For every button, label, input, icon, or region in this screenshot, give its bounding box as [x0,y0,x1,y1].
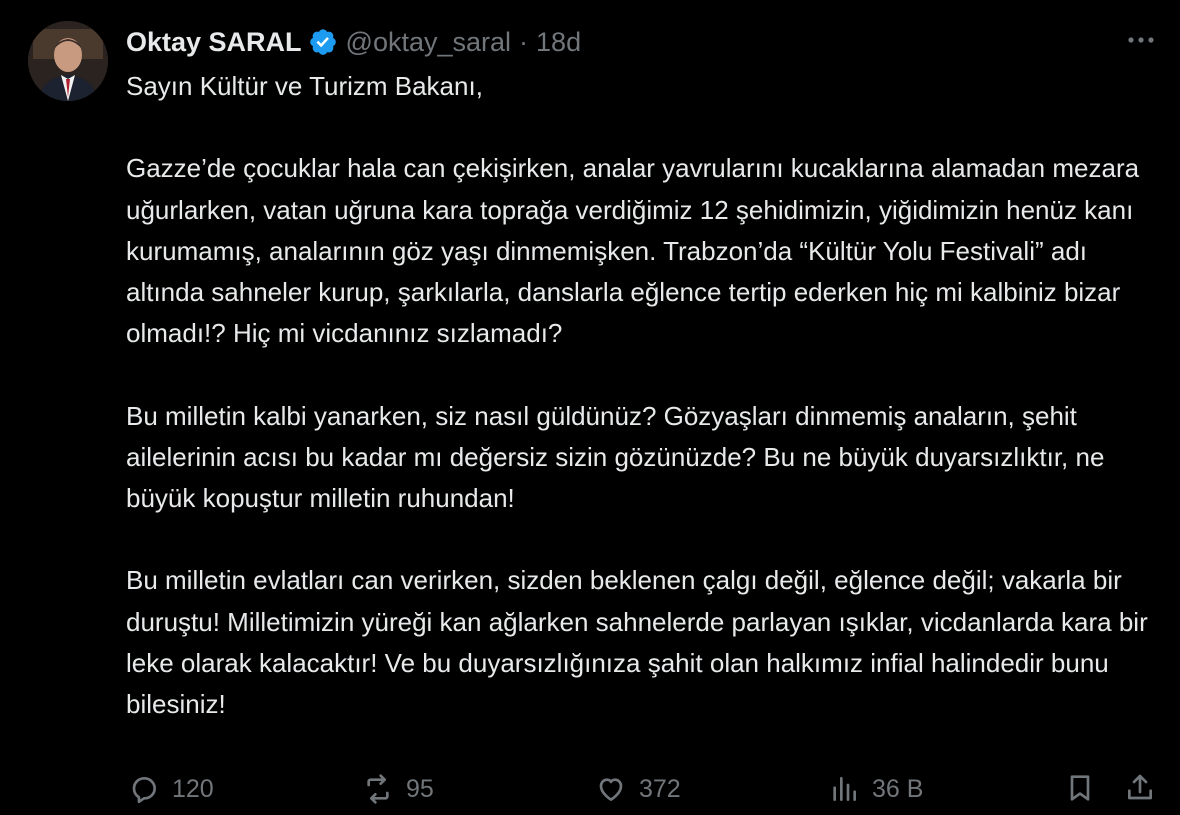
repost-icon [367,774,389,804]
tweet-paragraph: Bu milletin evlatları can verirken, sizd… [126,565,1148,719]
author-name[interactable]: Oktay SARAL [126,27,302,58]
reply-icon [132,777,156,804]
views-count: 36 B [872,774,924,803]
reply-count: 120 [172,774,214,803]
like-button[interactable]: 372 [595,768,681,810]
action-bar: 120 95 372 36 B [126,768,1160,810]
tweet-text: Sayın Kültür ve Turizm Bakanı, Gazze’de … [126,66,1160,725]
like-icon [599,778,623,801]
repost-count: 95 [406,774,434,803]
reply-button[interactable]: 120 [128,768,214,810]
bookmark-button[interactable] [1064,772,1096,804]
views-button[interactable]: 36 B [828,768,923,810]
repost-button[interactable]: 95 [362,768,434,810]
tweet-paragraph: Gazze’de çocuklar hala can çekişirken, a… [126,153,1140,349]
more-icon[interactable] [1126,30,1156,50]
tweet-paragraph: Sayın Kültür ve Turizm Bakanı, [126,71,483,101]
separator-dot: · [519,26,529,57]
views-icon [833,777,856,801]
bookmark-icon [1070,775,1090,801]
tweet-header: Oktay SARAL @oktay_saral · 18d [126,22,581,62]
verified-badge-icon [309,29,336,55]
author-handle[interactable]: @oktay_saral [346,27,511,58]
avatar[interactable] [28,21,108,101]
avatar-image [28,21,108,101]
share-button[interactable] [1124,772,1156,804]
timestamp[interactable]: 18d [536,27,581,58]
tweet-paragraph: Bu milletin kalbi yanarken, siz nasıl gü… [126,400,1105,513]
share-icon [1128,774,1152,800]
like-count: 372 [639,774,681,803]
